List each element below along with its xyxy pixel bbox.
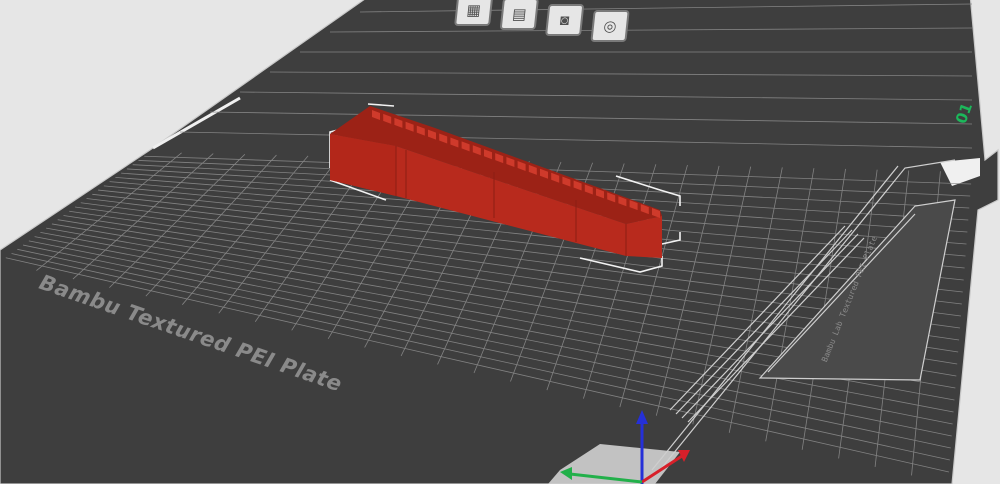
layout-icon[interactable]: ▤ [499,0,539,30]
build-plate-scene[interactable] [0,0,1000,484]
plate-toolbar: ▦ ▤ ◙ ◎ [453,0,632,42]
arrange-icon[interactable]: ▦ [454,0,494,26]
build-plate[interactable] [0,0,999,484]
settings-icon[interactable]: ◎ [590,10,630,42]
lock-icon[interactable]: ◙ [545,4,585,36]
